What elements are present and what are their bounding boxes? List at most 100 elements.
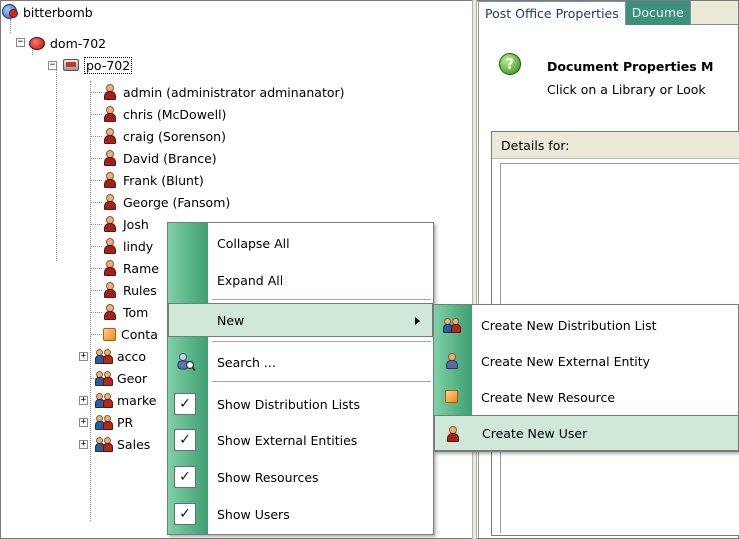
menu-item-label: Create New External Entity	[481, 353, 651, 369]
tab-bar: Post Office Properties Docume	[479, 1, 738, 25]
post-office-icon	[62, 56, 80, 74]
tree-node-user[interactable]: chris (McDowell)	[101, 104, 226, 124]
details-label: Details for:	[492, 132, 739, 159]
user-icon	[101, 215, 119, 233]
new-submenu: Create New Distribution List Create New …	[433, 304, 739, 452]
tree-node-group[interactable]: PR	[95, 412, 133, 432]
menu-item-new[interactable]: New	[168, 303, 433, 337]
user-icon	[101, 193, 119, 211]
tree-node-label: Tom	[123, 304, 149, 320]
domain-icon	[28, 34, 46, 52]
user-icon	[101, 149, 119, 167]
tree-node-label: Sales	[117, 436, 151, 452]
menu-separator	[212, 299, 431, 300]
tree-node-label: po-702	[84, 56, 133, 74]
menu-item-collapse-all[interactable]: Collapse All	[168, 226, 433, 260]
tree-node-label: Rules	[123, 282, 157, 298]
expand-toggle[interactable]: +	[79, 440, 88, 449]
tree-node-root[interactable]: bitterbomb	[1, 2, 93, 22]
expand-toggle[interactable]: +	[79, 418, 88, 427]
expand-toggle[interactable]: +	[79, 352, 88, 361]
checkbox-checked-icon[interactable]: ✓	[174, 393, 196, 415]
menu-item-label: New	[217, 312, 245, 328]
menu-item-create-user[interactable]: Create New User	[434, 415, 739, 451]
tree-node-domain[interactable]: dom-702	[28, 33, 106, 53]
tree-node-group[interactable]: marke	[95, 390, 156, 410]
group-icon	[95, 413, 113, 431]
tree-node-user[interactable]: craig (Sorenson)	[101, 126, 226, 146]
menu-item-label: Create New Distribution List	[481, 317, 657, 333]
tree-node-group[interactable]: Sales	[95, 434, 150, 454]
tree-connector	[90, 81, 91, 521]
tree-node-label: marke	[117, 392, 157, 408]
tree-node-resource[interactable]: Conta	[101, 324, 158, 344]
menu-item-label: Show External Entities	[217, 432, 358, 448]
pane-splitter[interactable]	[472, 0, 477, 539]
tree-node-label: David (Brance)	[123, 150, 217, 166]
tree-node-label: Josh	[123, 216, 149, 232]
menu-item-show-external-entities[interactable]: ✓ Show External Entities	[168, 423, 433, 457]
external-entity-icon	[443, 352, 461, 370]
tree-node-user[interactable]: Rules	[101, 280, 157, 300]
group-icon	[95, 347, 113, 365]
menu-item-label: Create New User	[482, 425, 588, 441]
page-subtitle: Click on a Library or Look	[547, 82, 706, 97]
domain-system-icon	[1, 3, 19, 21]
menu-item-label: Show Users	[217, 506, 290, 522]
tree-node-user[interactable]: admin (administrator adminanator)	[101, 82, 345, 102]
tree-node-user[interactable]: Rame	[101, 258, 159, 278]
menu-item-create-distribution-list[interactable]: Create New Distribution List	[434, 307, 739, 343]
tree-node-user[interactable]: Frank (Blunt)	[101, 170, 204, 190]
help-icon: ?	[499, 53, 521, 75]
menu-item-expand-all[interactable]: Expand All	[168, 263, 433, 297]
menu-separator	[212, 341, 431, 342]
expand-toggle[interactable]: +	[79, 396, 88, 405]
checkbox-checked-icon[interactable]: ✓	[174, 429, 196, 451]
tree-node-label: bitterbomb	[23, 4, 93, 20]
menu-item-label: Show Distribution Lists	[217, 396, 360, 412]
menu-item-create-external-entity[interactable]: Create New External Entity	[434, 343, 739, 379]
tree-node-label: Conta	[121, 326, 158, 342]
tree-node-user[interactable]: David (Brance)	[101, 148, 217, 168]
user-icon	[101, 281, 119, 299]
tree-node-user[interactable]: Tom	[101, 302, 148, 322]
checkbox-checked-icon[interactable]: ✓	[174, 466, 196, 488]
collapse-toggle[interactable]: −	[48, 61, 57, 70]
resource-icon	[443, 388, 459, 404]
tree-node-label: admin (administrator adminanator)	[123, 84, 345, 100]
submenu-arrow-icon	[415, 317, 420, 325]
tab-post-office-properties[interactable]: Post Office Properties	[479, 1, 626, 25]
tree-node-group[interactable]: Geor	[95, 368, 147, 388]
menu-item-search[interactable]: Search ...	[168, 345, 433, 379]
menu-item-show-users[interactable]: ✓ Show Users	[168, 497, 433, 531]
tree-node-user[interactable]: Josh	[101, 214, 149, 234]
checkbox-checked-icon[interactable]: ✓	[174, 503, 196, 525]
menu-item-show-distribution-lists[interactable]: ✓ Show Distribution Lists	[168, 387, 433, 421]
tree-node-user[interactable]: George (Fansom)	[101, 192, 230, 212]
tree-node-label: chris (McDowell)	[123, 106, 227, 122]
tree-node-label: acco	[117, 348, 147, 364]
tree-node-user[interactable]: lindy	[101, 236, 153, 256]
collapse-toggle[interactable]: −	[16, 38, 25, 47]
menu-item-label: Expand All	[217, 272, 284, 288]
user-icon	[101, 171, 119, 189]
group-icon	[95, 391, 113, 409]
tree-node-label: craig (Sorenson)	[123, 128, 226, 144]
menu-item-label: Create New Resource	[481, 389, 616, 405]
menu-item-create-resource[interactable]: Create New Resource	[434, 379, 739, 415]
resource-icon	[101, 326, 117, 342]
tab-document-properties[interactable]: Docume	[625, 1, 691, 25]
user-icon	[101, 237, 119, 255]
tree-connector	[56, 61, 57, 261]
tree-node-label: lindy	[123, 238, 154, 254]
menu-item-show-resources[interactable]: ✓ Show Resources	[168, 460, 433, 494]
tree-node-group[interactable]: acco	[95, 346, 146, 366]
user-icon	[101, 83, 119, 101]
user-icon	[101, 259, 119, 277]
tree-node-label: PR	[117, 414, 134, 430]
tree-node-post-office[interactable]: po-702	[62, 55, 133, 75]
menu-separator	[212, 381, 431, 382]
tree-node-label: Rame	[123, 260, 159, 276]
menu-item-label: Show Resources	[217, 469, 319, 485]
search-users-icon	[176, 352, 196, 372]
